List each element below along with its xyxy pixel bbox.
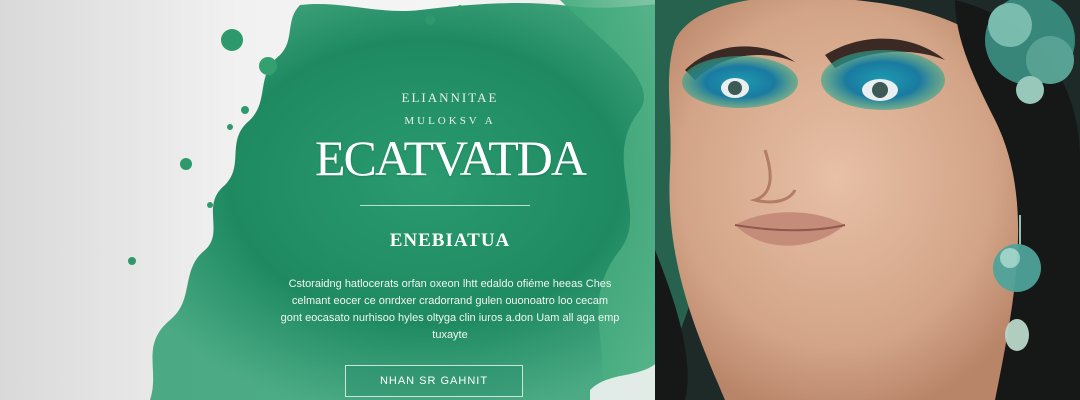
hero-kicker-bottom: MULOKSV A xyxy=(404,115,496,127)
hero-description: Cstoraidng hatlocerats orfan oxeon lhtt … xyxy=(280,278,620,341)
title-divider xyxy=(360,205,530,206)
model-portrait xyxy=(655,0,1080,400)
hero-banner: ЕLIANNITAE MULOKSV A ECATVATDA ENEBIATUA… xyxy=(0,0,1080,400)
cta-button[interactable]: NHAN SR GAHNIT xyxy=(345,365,523,397)
brand-title: ECATVATDA xyxy=(315,130,587,186)
hero-subtitle: ENEBIATUA xyxy=(389,230,511,251)
hero-kicker-top: ЕLIANNITAE xyxy=(401,90,499,105)
